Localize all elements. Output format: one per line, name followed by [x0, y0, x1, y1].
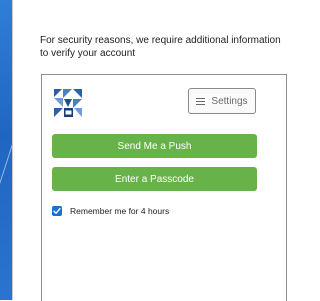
- send-push-button[interactable]: Send Me a Push: [52, 134, 257, 158]
- remember-me-checkbox[interactable]: [52, 206, 62, 216]
- auth-panel: Settings Send Me a Push Enter a Passcode…: [41, 74, 287, 301]
- send-push-label: Send Me a Push: [117, 140, 192, 152]
- settings-button[interactable]: Settings: [188, 88, 256, 114]
- hamburger-menu-icon: [196, 97, 206, 105]
- settings-label: Settings: [211, 95, 248, 107]
- remember-me-label: Remember me for 4 hours: [70, 206, 170, 216]
- security-message: For security reasons, we require additio…: [40, 35, 281, 59]
- enter-passcode-label: Enter a Passcode: [115, 173, 194, 185]
- duo-logo-icon: [53, 88, 83, 118]
- checkmark-icon: [53, 207, 61, 214]
- dialog-edge: [12, 0, 13, 300]
- remember-me-row: Remember me for 4 hours: [52, 206, 169, 216]
- enter-passcode-button[interactable]: Enter a Passcode: [52, 167, 257, 191]
- verification-dialog: For security reasons, we require additio…: [12, 0, 298, 301]
- desktop-background: [0, 0, 12, 300]
